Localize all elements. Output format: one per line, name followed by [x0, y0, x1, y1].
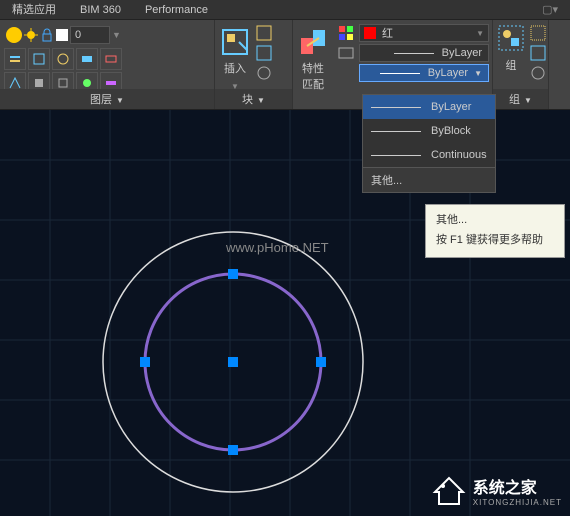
grip-center[interactable]	[228, 357, 238, 367]
group-panel: 组 组▼	[493, 20, 549, 109]
watermark: www.pHome.NET	[226, 240, 329, 255]
layer-panel-title[interactable]: 图层▼	[0, 89, 214, 109]
tab-featured[interactable]: 精选应用	[0, 0, 68, 19]
block-panel: 插入 ▼ 块▼	[215, 20, 293, 109]
layer-tool-3[interactable]	[52, 48, 74, 70]
dropdown-arrow-icon[interactable]: ▼	[112, 30, 121, 40]
linetype-dropdown-list: ByLayer ByBlock Continuous 其他...	[362, 94, 496, 193]
layer-tool-2[interactable]	[28, 48, 50, 70]
tooltip-title: 其他...	[436, 211, 554, 227]
grip-bottom[interactable]	[228, 445, 238, 455]
dd-item-byblock[interactable]: ByBlock	[363, 119, 495, 143]
color-swatch[interactable]	[56, 29, 68, 41]
grip-top[interactable]	[228, 269, 238, 279]
insert-label: 插入	[219, 60, 251, 76]
match-properties-icon[interactable]	[297, 26, 329, 58]
sun-icon[interactable]	[24, 28, 38, 42]
linetype-dropdown[interactable]: ByLayer ▼	[359, 64, 489, 82]
logo-text: 系统之家	[473, 474, 562, 498]
house-icon	[431, 472, 467, 508]
color-dropdown[interactable]: 红 ▼	[359, 24, 489, 42]
layer-name-input[interactable]	[70, 26, 110, 44]
top-tabs: 精选应用 BIM 360 Performance ▢▾	[0, 0, 570, 20]
lock-icon[interactable]	[40, 28, 54, 42]
group-icon[interactable]	[497, 24, 525, 52]
group-tool-3[interactable]	[529, 64, 547, 82]
layer-tool-4[interactable]	[76, 48, 98, 70]
block-panel-title[interactable]: 块▼	[215, 89, 292, 109]
dd-item-bylayer[interactable]: ByLayer	[363, 95, 495, 119]
layer-tools	[4, 48, 210, 94]
logo-subtitle: XITONGZHIJIA.NET	[473, 498, 562, 507]
insert-icon[interactable]	[219, 26, 251, 58]
logo: 系统之家 XITONGZHIJIA.NET	[431, 472, 562, 508]
tooltip-help: 按 F1 键获得更多帮助	[436, 231, 554, 247]
layer-panel: ▼ 图层▼	[0, 20, 215, 109]
group-panel-title[interactable]: 组▼	[493, 89, 548, 109]
layer-tool-5[interactable]	[100, 48, 122, 70]
grip-left[interactable]	[140, 357, 150, 367]
layer-tool-1[interactable]	[4, 48, 26, 70]
block-tool-3[interactable]	[255, 64, 273, 82]
group-tool-2[interactable]	[529, 44, 547, 62]
block-tool-1[interactable]	[255, 24, 273, 42]
grip-right[interactable]	[316, 357, 326, 367]
group-label: 组	[497, 57, 525, 73]
match-label: 特性 匹配	[297, 60, 329, 92]
props-tool-2[interactable]	[337, 44, 355, 62]
lineweight-dropdown[interactable]: ByLayer	[359, 44, 489, 62]
group-tool-1[interactable]	[529, 24, 547, 42]
tab-bim360[interactable]: BIM 360	[68, 0, 133, 19]
tab-performance[interactable]: Performance	[133, 0, 220, 19]
tab-expand-icon[interactable]: ▢▾	[530, 0, 570, 19]
lightbulb-icon[interactable]	[6, 27, 22, 43]
props-tool-1[interactable]	[337, 24, 355, 42]
red-swatch-icon	[364, 27, 376, 39]
tooltip: 其他... 按 F1 键获得更多帮助	[425, 204, 565, 258]
block-tool-2[interactable]	[255, 44, 273, 62]
dd-item-continuous[interactable]: Continuous	[363, 143, 495, 167]
dd-item-other[interactable]: 其他...	[363, 168, 495, 192]
